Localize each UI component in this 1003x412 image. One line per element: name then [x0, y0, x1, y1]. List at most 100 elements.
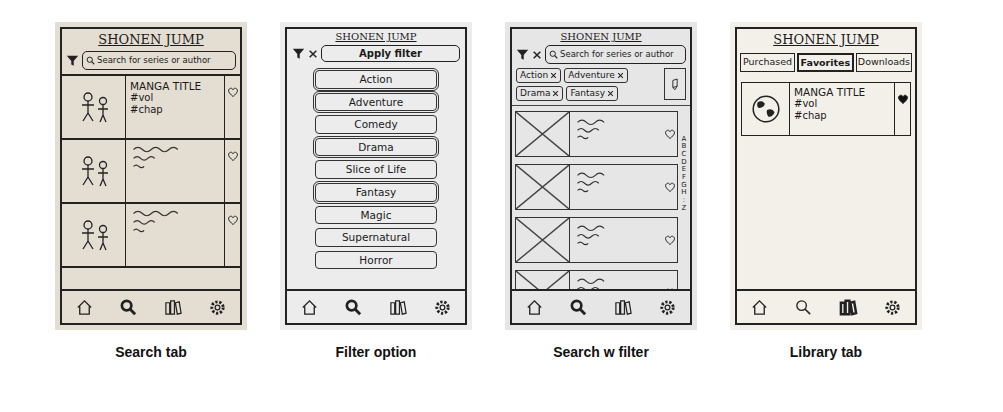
result-row[interactable]	[62, 204, 240, 268]
result-row[interactable]	[515, 217, 678, 263]
nav-button[interactable]	[389, 298, 408, 317]
index-letter[interactable]: F	[682, 174, 686, 182]
result-area: ABCDEFGH:Z	[512, 105, 690, 289]
index-letter[interactable]: C	[682, 151, 687, 159]
chip-label: Drama	[520, 88, 550, 99]
nav-button[interactable]	[208, 298, 227, 317]
scribble-text-icon	[574, 221, 636, 248]
nav-button[interactable]	[344, 298, 363, 317]
nav-button[interactable]	[525, 298, 544, 317]
heart-icon[interactable]	[227, 214, 239, 226]
index-letter[interactable]: E	[682, 166, 686, 174]
genre-option[interactable]: Fantasy	[315, 183, 437, 202]
nav-button[interactable]	[433, 298, 452, 317]
index-letter[interactable]: B	[682, 143, 687, 151]
result-row[interactable]	[62, 140, 240, 204]
heart-icon[interactable]	[227, 86, 239, 98]
nav-button[interactable]	[658, 298, 677, 317]
app-title: SHONEN JUMP	[287, 29, 465, 43]
heart-icon[interactable]	[897, 93, 909, 105]
close-icon[interactable]	[308, 49, 318, 59]
phone-frame: SHONEN JUMPSearch for series or authorAc…	[510, 27, 692, 325]
index-letter[interactable]: D	[681, 159, 686, 167]
remove-icon[interactable]	[607, 90, 614, 97]
favorite-cell	[894, 83, 910, 135]
heart-icon[interactable]	[664, 181, 676, 193]
nav-button[interactable]	[569, 298, 588, 317]
favorite-cell	[663, 112, 677, 156]
chip-label: Adventure	[568, 70, 615, 81]
search-row: Search for series or author	[62, 49, 240, 74]
edit-filter-button[interactable]	[664, 68, 686, 100]
doodle-icon	[74, 87, 114, 127]
library-tab[interactable]: Downloads	[856, 53, 912, 72]
home-icon	[75, 298, 94, 317]
index-letter[interactable]: Z	[682, 205, 687, 213]
result-info	[126, 140, 224, 202]
index-letter[interactable]: :	[683, 197, 685, 205]
genre-option[interactable]: Slice of Life	[315, 160, 437, 179]
remove-icon[interactable]	[552, 90, 559, 97]
result-list: MANGA TITLE#vol#chap	[62, 74, 240, 268]
filter-icon[interactable]	[66, 54, 79, 67]
genre-option[interactable]: Drama	[315, 138, 437, 157]
filter-icon[interactable]	[292, 47, 305, 60]
genre-option[interactable]: Adventure	[315, 93, 437, 112]
search-field[interactable]: Search for series or author	[545, 45, 686, 64]
cover-thumbnail	[62, 140, 126, 202]
index-letter[interactable]: G	[681, 182, 686, 190]
scribble-text-icon	[574, 115, 636, 142]
library-icon	[164, 298, 183, 317]
result-row[interactable]	[515, 164, 678, 210]
nav-button[interactable]	[839, 298, 858, 317]
filter-chip-list: Action Adventure Drama Fantasy	[516, 68, 661, 101]
genre-option[interactable]: Comedy	[315, 115, 437, 134]
image-placeholder-icon	[516, 165, 569, 209]
result-info	[570, 271, 663, 289]
result-row[interactable]	[515, 111, 678, 157]
genre-option[interactable]: Horror	[315, 251, 437, 270]
nav-button[interactable]	[614, 298, 633, 317]
magnifier-icon	[86, 56, 95, 65]
genre-option[interactable]: Action	[315, 70, 437, 89]
remove-icon[interactable]	[617, 72, 624, 79]
cover-placeholder	[516, 165, 570, 209]
filter-chip[interactable]: Adventure	[564, 68, 628, 83]
filter-chip[interactable]: Fantasy	[566, 86, 618, 101]
sketch-column: SHONEN JUMPSearch for series or authorMA…	[55, 22, 247, 412]
image-placeholder-icon	[516, 112, 569, 156]
search-field[interactable]: Search for series or author	[82, 51, 236, 70]
result-row[interactable]	[515, 270, 678, 289]
screen-content: MANGA TITLE#vol#chap	[62, 74, 240, 289]
library-tab[interactable]: Favorites	[797, 53, 854, 72]
filter-icon[interactable]	[516, 48, 529, 61]
nav-button[interactable]	[75, 298, 94, 317]
heart-icon[interactable]	[227, 150, 239, 162]
remove-icon[interactable]	[550, 72, 557, 79]
library-tab[interactable]: Purchased	[740, 53, 795, 72]
heart-icon[interactable]	[664, 128, 676, 140]
index-letter[interactable]: H	[681, 189, 686, 197]
nav-button[interactable]	[794, 298, 813, 317]
cover-placeholder	[516, 112, 570, 156]
apply-filter-button[interactable]: Apply filter	[321, 45, 460, 62]
scribble-text-icon	[130, 144, 192, 171]
heart-icon[interactable]	[664, 234, 676, 246]
filter-chip[interactable]: Drama	[516, 86, 563, 101]
nav-button[interactable]	[119, 298, 138, 317]
cover-placeholder	[516, 218, 570, 262]
index-letter[interactable]: A	[682, 136, 687, 144]
paper-sketch: SHONEN JUMPSearch for series or authorMA…	[55, 22, 247, 330]
nav-button[interactable]	[300, 298, 319, 317]
clear-filter-icon[interactable]	[532, 50, 542, 60]
nav-button[interactable]	[164, 298, 183, 317]
genre-option[interactable]: Magic	[315, 206, 437, 225]
filter-chip[interactable]: Action	[516, 68, 561, 83]
paper-sketch: SHONEN JUMP Apply filter Action Adventure Co…	[280, 22, 472, 330]
library-item[interactable]: MANGA TITLE#vol#chap	[741, 82, 911, 136]
nav-button[interactable]	[750, 298, 769, 317]
gear-icon	[208, 298, 227, 317]
result-row[interactable]: MANGA TITLE#vol#chap	[62, 76, 240, 140]
genre-option[interactable]: Supernatural	[315, 228, 437, 247]
nav-button[interactable]	[883, 298, 902, 317]
